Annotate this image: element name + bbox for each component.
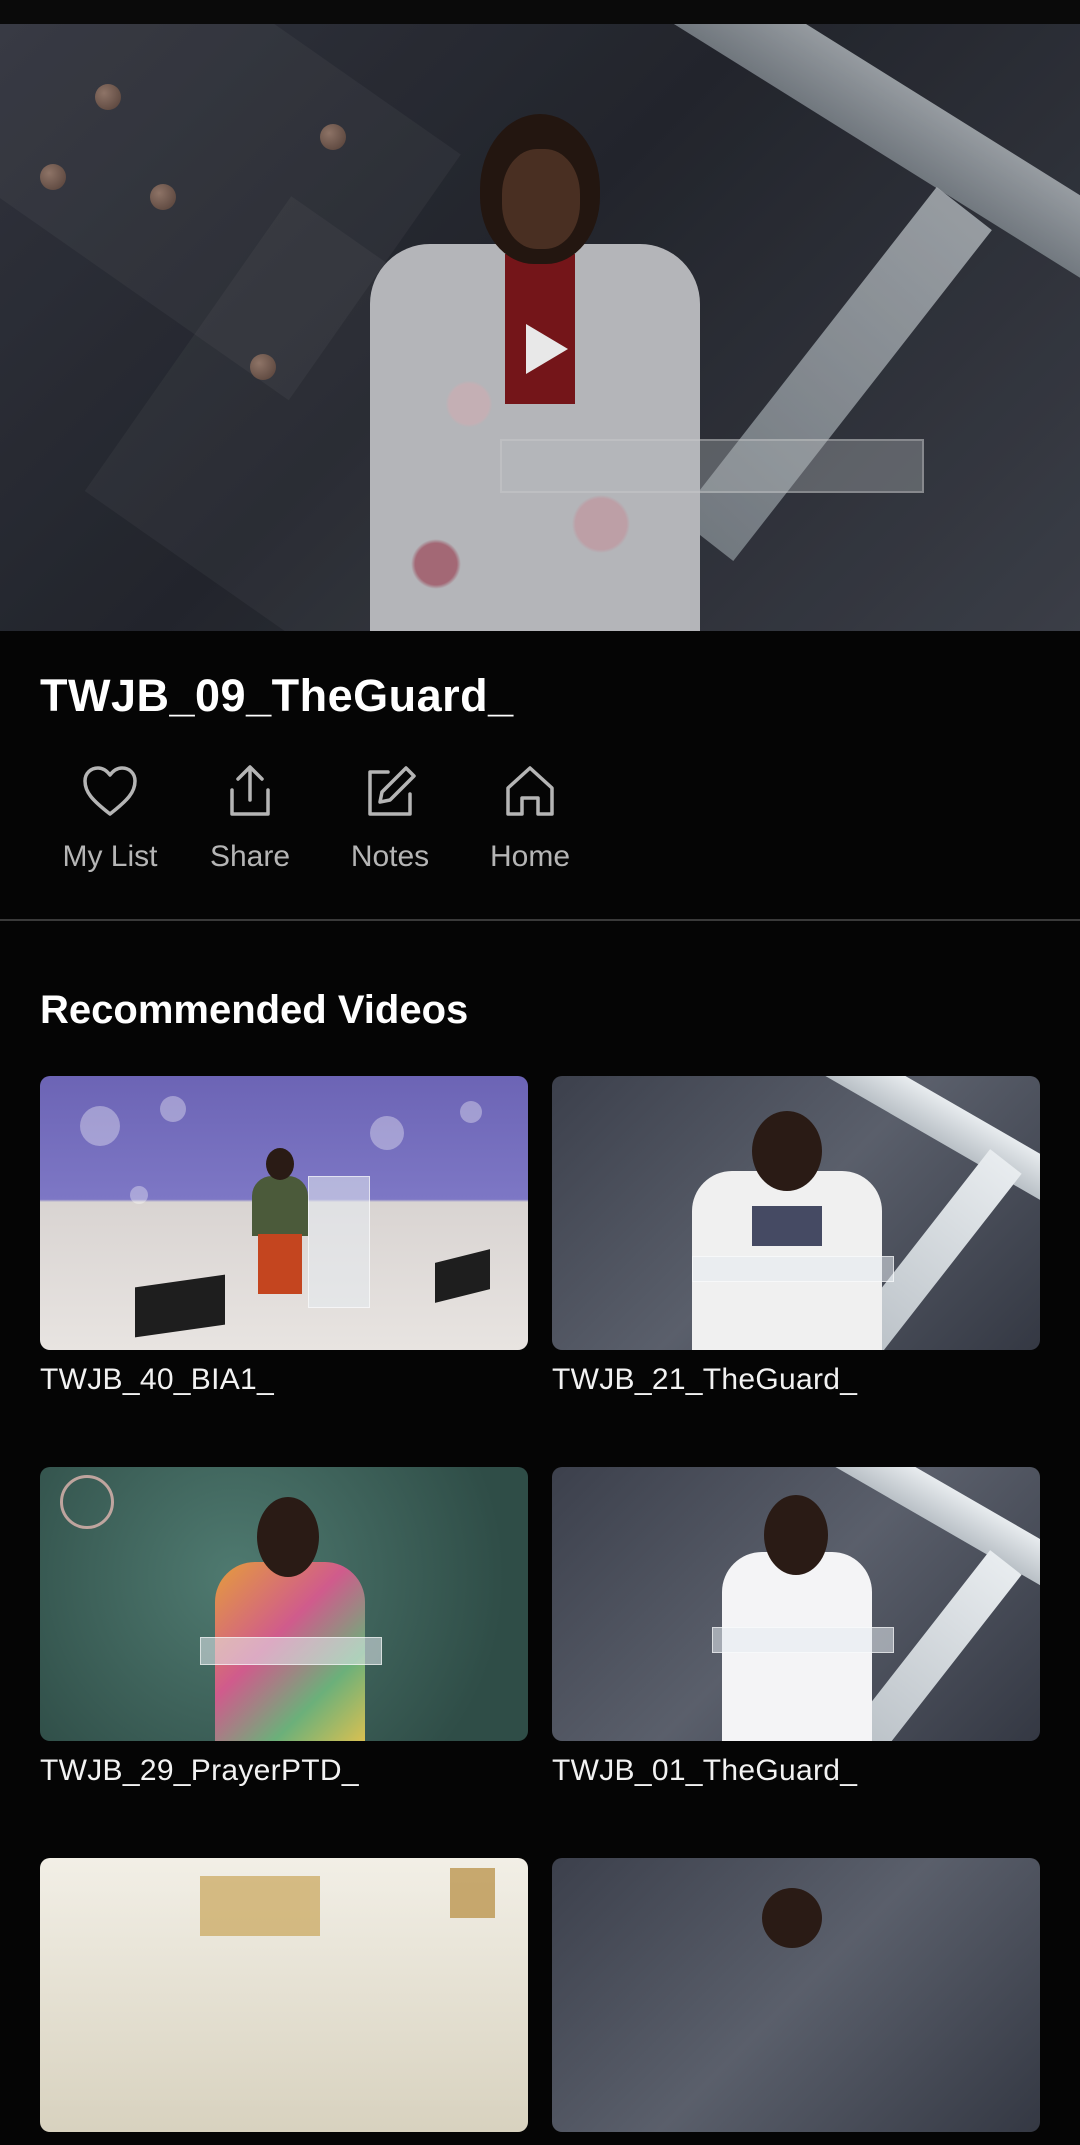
video-thumbnail[interactable]	[40, 1076, 528, 1350]
video-thumbnail[interactable]	[552, 1467, 1040, 1741]
share-label: Share	[209, 840, 291, 873]
video-card-title: TWJB_01_TheGuard_	[552, 1754, 858, 1787]
video-player[interactable]	[0, 24, 1080, 631]
edit-icon	[368, 766, 416, 816]
video-card-title: TWJB_21_TheGuard_	[552, 1363, 858, 1396]
video-thumbnail[interactable]	[552, 1076, 1040, 1350]
home-icon	[506, 766, 554, 816]
my-list-button[interactable]: My List	[40, 762, 180, 874]
video-thumbnail[interactable]	[40, 1467, 528, 1741]
video-card-title: TWJB_40_BIA1_	[40, 1363, 275, 1396]
notes-label: Notes	[350, 840, 430, 873]
play-button[interactable]	[522, 322, 570, 376]
play-icon	[526, 324, 568, 374]
section-title: Recommended Videos	[40, 988, 469, 1032]
share-icon	[230, 765, 270, 816]
video-thumbnail[interactable]	[40, 1858, 528, 2132]
video-title: TWJB_09_TheGuard_	[40, 670, 514, 721]
home-button[interactable]: Home	[460, 762, 600, 874]
video-card[interactable]	[40, 1858, 528, 2145]
video-card[interactable]: TWJB_21_TheGuard_	[552, 1076, 1040, 1397]
video-card[interactable]: TWJB_29_PrayerPTD_	[40, 1467, 528, 1788]
home-label: Home	[489, 840, 571, 873]
heart-icon	[83, 766, 137, 816]
status-bar	[0, 0, 1080, 24]
my-list-label: My List	[62, 840, 158, 873]
video-card[interactable]: TWJB_01_TheGuard_	[552, 1467, 1040, 1788]
video-card-title: TWJB_29_PrayerPTD_	[40, 1754, 359, 1787]
notes-button[interactable]: Notes	[320, 762, 460, 874]
action-bar: My List Share Notes Home	[40, 762, 600, 874]
share-button[interactable]: Share	[180, 762, 320, 874]
divider	[0, 919, 1080, 921]
video-card[interactable]: TWJB_40_BIA1_	[40, 1076, 528, 1397]
video-card[interactable]	[552, 1858, 1040, 2145]
video-thumbnail[interactable]	[552, 1858, 1040, 2132]
